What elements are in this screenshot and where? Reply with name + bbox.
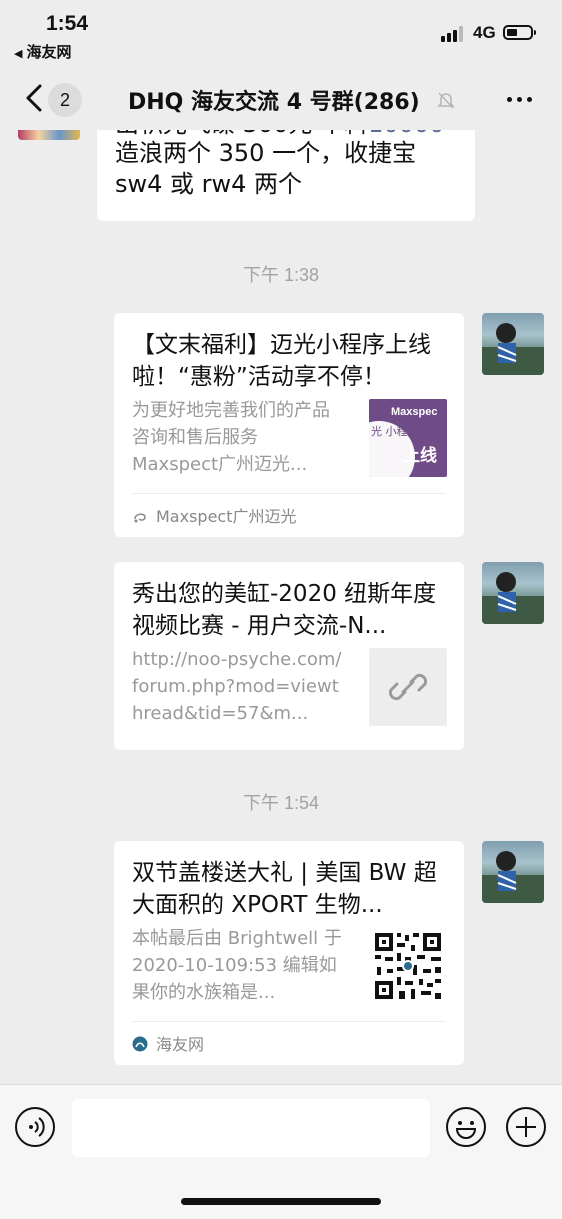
- network-type: 4G: [473, 23, 496, 42]
- voice-button[interactable]: [15, 1107, 55, 1147]
- timestamp: 下午 1:54: [242, 793, 320, 813]
- card-thumbnail: [369, 648, 447, 726]
- my-avatar[interactable]: [482, 841, 544, 903]
- card-title: 【文末福利】迈光小程序上线啦！“惠粉”活动享不停！: [132, 332, 431, 390]
- emoji-button[interactable]: [446, 1107, 486, 1147]
- unread-count-badge[interactable]: 2: [48, 83, 82, 117]
- voice-icon: [29, 1117, 45, 1137]
- message-list[interactable]: 出积光飞碟 300元 个料10000 造浪两个 350 一个，收捷宝 sw4 或…: [0, 130, 562, 1084]
- more-actions-button[interactable]: [506, 1107, 546, 1147]
- back-triangle-icon: ◀: [14, 47, 23, 60]
- mini-program-icon: [134, 513, 146, 523]
- back-button[interactable]: [22, 80, 48, 116]
- back-app-label: 海友网: [26, 43, 72, 61]
- site-logo-icon: [132, 1036, 148, 1052]
- my-avatar[interactable]: [482, 313, 544, 375]
- svg-text:上线: 上线: [403, 445, 437, 466]
- timestamp: 下午 1:38: [242, 265, 320, 285]
- card-title: 双节盖楼送大礼 | 美国 BW 超大面积的 XPORT 生物...: [132, 860, 437, 918]
- link-card-brightwell[interactable]: 双节盖楼送大礼 | 美国 BW 超大面积的 XPORT 生物... 本帖最后由 …: [114, 841, 464, 1065]
- bell-slash-icon: [437, 92, 455, 109]
- sender-avatar[interactable]: [18, 130, 80, 140]
- qr-code-thumbnail: [369, 927, 447, 1005]
- card-thumbnail: Maxspec 光 小程序 上线: [369, 399, 447, 477]
- battery-icon: [503, 25, 536, 40]
- card-description: 本帖最后由 Brightwell 于 2020-10-109:53 编辑如果你的…: [132, 928, 342, 1003]
- more-options-button[interactable]: [505, 89, 535, 109]
- my-avatar[interactable]: [482, 562, 544, 624]
- chat-header: 2 DHQ 海友交流 4 号群(286): [0, 68, 562, 130]
- home-indicator[interactable]: [181, 1198, 381, 1205]
- link-card-video-contest[interactable]: 秀出您的美缸-2020 纽斯年度视频比赛 - 用户交流-N... http://…: [114, 562, 464, 750]
- link-icon: [388, 673, 428, 701]
- input-bar: [0, 1084, 562, 1219]
- text-message-bubble[interactable]: 出积光飞碟 300元 个料10000 造浪两个 350 一个，收捷宝 sw4 或…: [97, 130, 475, 221]
- group-title: DHQ 海友交流 4 号群(286): [128, 90, 420, 115]
- message-text: 造浪两个 350 一个，收捷宝 sw4 或 rw4 两个: [115, 139, 417, 198]
- card-title: 秀出您的美缸-2020 纽斯年度视频比赛 - 用户交流-N...: [132, 581, 437, 639]
- card-description: http://noo-psyche.com/forum.php?mod=view…: [132, 649, 342, 724]
- svg-text:Maxspec: Maxspec: [391, 406, 437, 418]
- back-to-app-link[interactable]: ◀ 海友网: [14, 41, 71, 62]
- plus-icon: [516, 1117, 536, 1137]
- card-divider: [132, 493, 446, 494]
- card-source: Maxspect广州迈光: [132, 503, 297, 527]
- chevron-left-icon: [26, 84, 42, 112]
- status-bar: 1:54 ◀ 海友网 4G: [0, 0, 562, 68]
- status-time: 1:54: [46, 12, 89, 35]
- signal-icon: [441, 26, 465, 42]
- card-divider: [132, 1021, 446, 1022]
- link-card-maxspect[interactable]: 【文末福利】迈光小程序上线啦！“惠粉”活动享不停！ 为更好地完善我们的产品咨询和…: [114, 313, 464, 537]
- smiley-icon: [455, 1121, 477, 1139]
- card-source: 海友网: [132, 1031, 204, 1055]
- svg-text:光 小程序: 光 小程序: [371, 424, 419, 438]
- card-description: 为更好地完善我们的产品咨询和售后服务 Maxspect广州迈光...: [132, 400, 330, 475]
- message-input[interactable]: [72, 1099, 430, 1157]
